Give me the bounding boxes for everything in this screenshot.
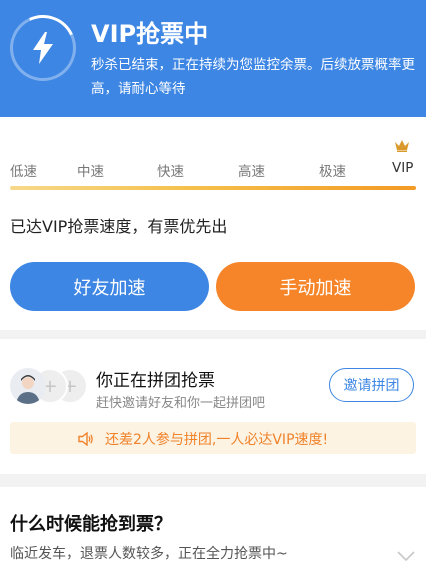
speed-status-text: 已达VIP抢票速度，有票优先出 [10,217,228,236]
group-title: 你正在拼团抢票 [96,371,215,391]
speed-progress-bar [10,186,416,190]
faq-description: 临近发车，退票人数较多，正在全力抢票中~ [10,546,288,562]
speed-level-fast: 快速 [157,164,184,180]
crown-icon [394,137,410,156]
chevron-down-icon[interactable] [397,546,415,565]
speed-card: 低速 中速 快速 高速 极速 VIP 已达VIP抢票速度，有票优先出 好友加速 … [0,117,426,330]
header-description: 秒杀已结束，正在持续为您监控余票。后续放票概率更高，请耐心等待 [91,57,415,97]
speed-level-high: 高速 [238,164,265,180]
speed-level-vip: VIP [392,160,414,176]
group-card: + + 你正在拼团抢票 赶快邀请好友和你一起拼团吧 邀请拼团 还差2人参与拼团,… [0,339,426,474]
group-notice-text: 还差2人参与拼团,一人必达VIP速度! [105,432,329,448]
friend-boost-button[interactable]: 好友加速 [10,262,209,311]
speed-level-medium: 中速 [77,164,104,180]
group-subtitle: 赶快邀请好友和你一起拼团吧 [96,396,266,411]
lightning-bolt-icon [18,23,68,73]
vip-header: VIP抢票中 秒杀已结束，正在持续为您监控余票。后续放票概率更高，请耐心等待 [0,0,426,117]
faq-title: 什么时候能抢到票？ [10,514,172,535]
page-title: VIP抢票中 [91,20,209,48]
speaker-icon [78,431,94,450]
speed-levels: 低速 中速 快速 高速 极速 VIP [0,160,426,180]
speed-level-extreme: 极速 [319,164,346,180]
faq-card[interactable]: 什么时候能抢到票？ 临近发车，退票人数较多，正在全力抢票中~ [0,487,426,578]
invite-group-button[interactable]: 邀请拼团 [329,368,414,402]
manual-boost-button[interactable]: 手动加速 [216,262,415,311]
avatar [10,368,46,404]
group-notice: 还差2人参与拼团,一人必达VIP速度! [10,422,416,454]
speed-level-low: 低速 [10,164,37,180]
